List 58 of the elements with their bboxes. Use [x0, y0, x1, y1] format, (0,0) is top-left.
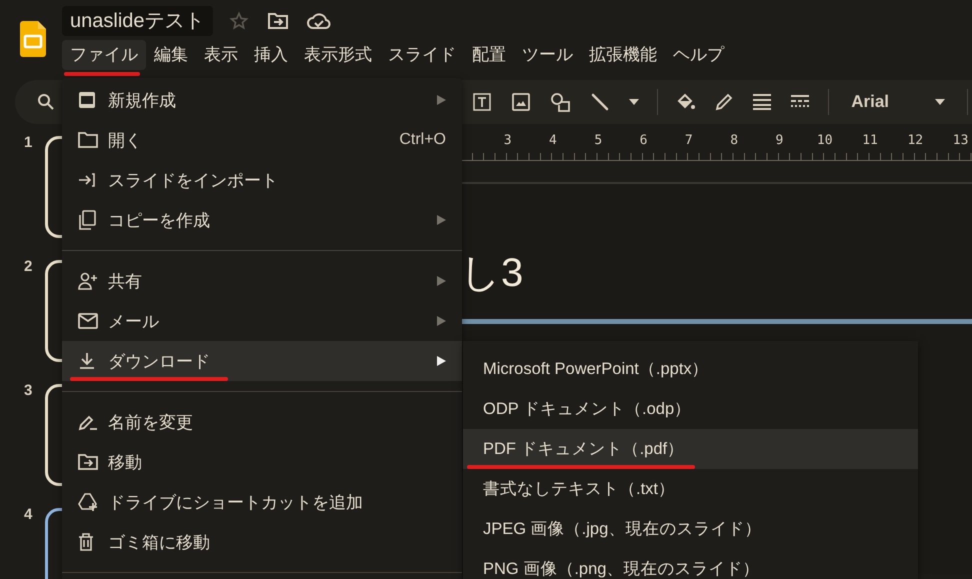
menu-tab[interactable]: ファイル: [62, 40, 146, 70]
menu-tab[interactable]: スライド: [380, 40, 464, 70]
menu-tab[interactable]: 表示形式: [296, 40, 380, 70]
cloud-check-icon[interactable]: [306, 12, 331, 30]
font-dropdown[interactable]: Arial: [847, 92, 949, 112]
menu-tab[interactable]: 表示: [196, 40, 246, 70]
pencil-icon[interactable]: [714, 92, 734, 112]
menu-tab[interactable]: 挿入: [246, 40, 296, 70]
drive-add-icon: [78, 492, 98, 512]
menu-item[interactable]: ゴミ箱に移動: [62, 522, 462, 562]
slide-number: 2: [24, 258, 34, 277]
menu-tab[interactable]: 編集: [146, 40, 196, 70]
menu-item[interactable]: スライドをインポート: [62, 160, 462, 200]
slide-title: し3: [460, 250, 524, 296]
document-title-field[interactable]: unaslideテスト: [62, 6, 213, 36]
caret-icon: [935, 99, 945, 105]
download-icon: [78, 352, 96, 370]
paint-bucket-icon[interactable]: [676, 92, 696, 112]
trash-icon: [78, 533, 94, 551]
menu-tab[interactable]: ヘルプ: [665, 40, 732, 70]
menu-item[interactable]: ODP ドキュメント（.odp）: [463, 389, 918, 429]
menu-item[interactable]: 移動: [62, 442, 462, 482]
star-icon[interactable]: [228, 11, 249, 31]
folder-move-icon: [78, 454, 98, 470]
pencil-icon: [78, 413, 98, 431]
slide-number: 3: [24, 382, 34, 401]
shapes-icon[interactable]: [549, 91, 572, 113]
menu-item[interactable]: JPEG 画像（.jpg、現在のスライド）: [463, 509, 918, 549]
text-box-icon[interactable]: [471, 91, 494, 113]
menu-item[interactable]: 書式なしテキスト（.txt）: [463, 469, 918, 509]
line-weight-icon[interactable]: [752, 93, 772, 111]
menu-item[interactable]: ドライブにショートカットを追加: [62, 482, 462, 522]
slide-number: 4: [24, 506, 34, 525]
image-icon[interactable]: [511, 92, 532, 112]
menu-item[interactable]: 共有: [62, 261, 462, 301]
add-person-icon: [78, 272, 98, 290]
slide-number: 1: [24, 134, 34, 153]
caret-icon[interactable]: [629, 99, 640, 105]
menu-item[interactable]: コピーを作成: [62, 200, 462, 240]
menu-item[interactable]: 開く Ctrl+O: [62, 120, 462, 160]
menu-tab[interactable]: ツール: [514, 40, 581, 70]
menu-tab[interactable]: 配置: [464, 40, 514, 70]
menu-item[interactable]: メール: [62, 301, 462, 341]
copy-icon: [78, 210, 96, 230]
menu-item[interactable]: Microsoft PowerPoint（.pptx）: [463, 349, 918, 389]
folder-move-icon[interactable]: [266, 11, 289, 31]
mail-icon: [78, 313, 98, 329]
search-icon[interactable]: [37, 93, 55, 111]
menu-tab[interactable]: 拡張機能: [581, 40, 665, 70]
menu-item[interactable]: PDF ドキュメント（.pdf）: [463, 429, 918, 469]
menu-item[interactable]: PNG 画像（.png、現在のスライド）: [463, 549, 918, 579]
import-icon: [78, 172, 96, 188]
menu-item[interactable]: ダウンロード: [62, 341, 462, 381]
slides-icon: [78, 91, 96, 109]
menu-item[interactable]: 名前を変更: [62, 402, 462, 442]
slides-logo-icon[interactable]: [20, 21, 46, 57]
folder-icon: [78, 132, 98, 148]
menu-item[interactable]: 新規作成: [62, 80, 462, 120]
